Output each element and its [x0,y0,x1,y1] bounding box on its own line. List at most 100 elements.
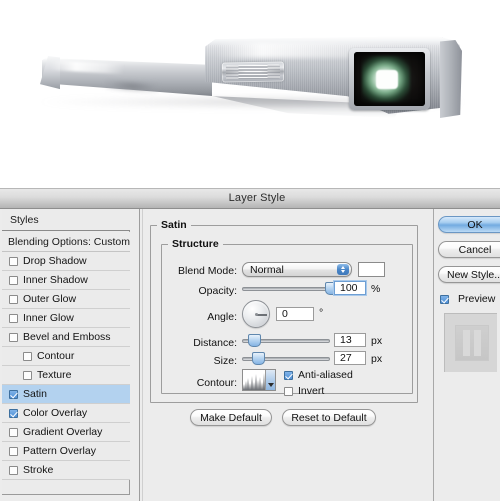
satin-group-box: Satin Structure Blend Mode: Normal Opaci… [150,219,418,403]
effect-checkbox[interactable] [9,389,18,399]
effect-label: Texture [37,369,72,381]
angle-dial-needle [256,314,267,316]
distance-slider-thumb[interactable] [247,334,261,347]
panel-divider-left [139,209,140,501]
satin-settings-pane: Satin Structure Blend Mode: Normal Opaci… [146,209,431,501]
effect-checkbox[interactable] [9,427,18,437]
style-preview-thumbnail [444,313,497,372]
effect-row-gradient-overlay[interactable]: Gradient Overlay [2,423,130,442]
effect-checkbox[interactable] [9,446,18,456]
dialog-titlebar[interactable]: Layer Style [0,189,500,209]
effect-checkbox[interactable] [9,275,18,285]
blend-mode-value: Normal [250,263,284,276]
effect-checkbox[interactable] [23,351,32,361]
blend-mode-select[interactable]: Normal [242,262,352,277]
invert-row[interactable]: Invert [284,385,324,397]
lens-hotspot [376,70,398,89]
preview-row[interactable]: Preview [440,293,495,305]
angle-unit: ° [319,307,324,319]
effect-row-color-overlay[interactable]: Color Overlay [2,404,130,423]
device-vent-grille [221,61,285,83]
effect-row-satin[interactable]: Satin [2,385,130,404]
opacity-input[interactable]: 100 [334,281,366,295]
contour-label: Contour: [196,377,237,389]
satin-group-legend: Satin [157,219,191,231]
contour-dropdown-button[interactable] [265,370,275,390]
opacity-label: Opacity: [198,285,237,297]
effect-label: Bevel and Emboss [23,331,111,343]
effect-label: Satin [23,388,47,400]
contour-curve-thumbnail [243,370,265,390]
effect-label: Pattern Overlay [23,445,96,457]
panel-divider-right [433,209,434,501]
effect-checkbox[interactable] [9,294,18,304]
blending-options-row[interactable]: Blending Options: Custom [2,232,130,252]
size-input[interactable]: 27 [334,351,366,365]
effect-checkbox[interactable] [9,465,18,475]
cancel-button[interactable]: Cancel [438,241,500,258]
layer-style-dialog: Layer Style Styles Blending Options: Cus… [0,188,500,501]
panel-divider-left-light [142,209,143,501]
angle-dial[interactable] [242,300,270,328]
effect-row-drop-shadow[interactable]: Drop Shadow [2,252,130,271]
effect-label: Contour [37,350,75,362]
device-body-right-edge [440,40,462,118]
distance-input[interactable]: 13 [334,333,366,347]
size-slider[interactable] [242,352,330,365]
anti-aliased-row[interactable]: Anti-aliased [284,369,353,381]
structure-group-box: Structure Blend Mode: Normal Opacity: 10… [161,238,413,397]
size-unit: px [371,353,383,365]
chevron-down-icon [267,383,274,387]
structure-group-legend: Structure [168,238,223,250]
effect-row-contour[interactable]: Contour [2,347,130,366]
effect-checkbox[interactable] [9,332,18,342]
effect-label: Color Overlay [23,407,88,419]
effect-row-inner-glow[interactable]: Inner Glow [2,309,130,328]
effect-checkbox[interactable] [9,408,18,418]
distance-unit: px [371,335,383,347]
blending-options-label: Blending Options: Custom [8,235,130,248]
reset-to-default-button[interactable]: Reset to Default [282,409,376,426]
effect-label: Outer Glow [23,293,77,305]
effect-row-stroke[interactable]: Stroke [2,461,130,480]
effect-label: Inner Shadow [23,274,88,286]
effect-label: Stroke [23,464,54,476]
canvas-artwork [0,0,500,188]
size-slider-thumb[interactable] [251,352,265,365]
effect-row-pattern-overlay[interactable]: Pattern Overlay [2,442,130,461]
device-lens [354,52,425,106]
contour-preset-picker[interactable] [242,369,276,391]
effect-row-inner-shadow[interactable]: Inner Shadow [2,271,130,290]
blend-mode-color-swatch[interactable] [358,262,385,277]
angle-dial-hub [254,312,258,316]
styles-panel: Styles Blending Options: Custom Drop Sha… [2,209,130,501]
invert-checkbox[interactable] [284,386,293,396]
distance-label: Distance: [193,337,237,349]
distance-slider[interactable] [242,334,330,347]
device-arm-smudge [104,78,160,94]
effect-row-texture[interactable]: Texture [2,366,130,385]
angle-input[interactable]: 0 [276,307,314,321]
preview-checkbox[interactable] [440,294,449,304]
effect-checkbox[interactable] [9,256,18,266]
make-default-button[interactable]: Make Default [190,409,272,426]
opacity-slider[interactable] [242,282,338,295]
chevron-updown-icon [337,264,349,275]
opacity-slider-track [242,287,330,291]
styles-header[interactable]: Styles [2,209,130,231]
styles-header-label: Styles [10,213,39,226]
effect-checkbox[interactable] [9,313,18,323]
effect-row-outer-glow[interactable]: Outer Glow [2,290,130,309]
dialog-title: Layer Style [228,192,286,204]
opacity-unit: % [371,283,381,295]
effects-list: Drop Shadow Inner Shadow Outer Glow Inner G… [2,252,130,480]
effect-checkbox[interactable] [23,370,32,380]
preview-label: Preview [458,293,496,305]
effect-label: Inner Glow [23,312,74,324]
effect-row-bevel-and-emboss[interactable]: Bevel and Emboss [2,328,130,347]
effect-label: Gradient Overlay [23,426,103,438]
style-preview-thumbnail-art [455,325,489,361]
anti-aliased-checkbox[interactable] [284,370,293,380]
ok-button[interactable]: OK [438,216,500,233]
new-style-button[interactable]: New Style... [438,266,500,283]
